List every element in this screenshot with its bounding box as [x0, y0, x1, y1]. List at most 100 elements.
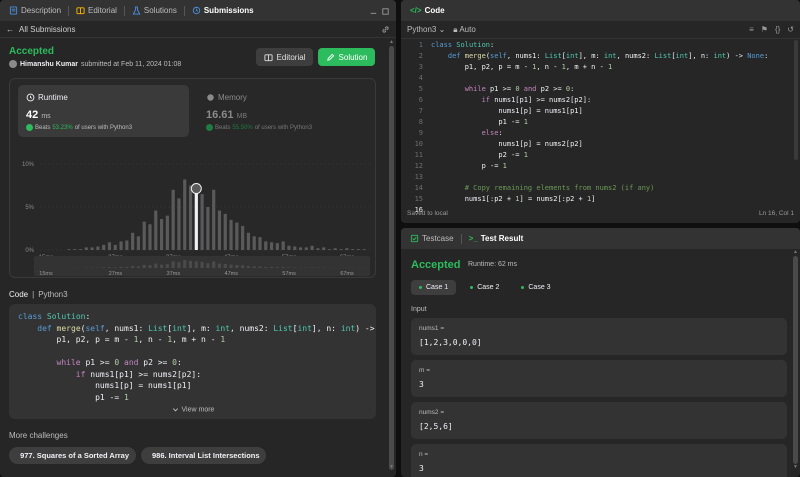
breadcrumb: ← All Submissions: [0, 21, 396, 38]
distribution-bar: [304, 247, 308, 250]
code-icon: </>: [410, 6, 422, 15]
overview-bar: [119, 267, 123, 268]
tab-solutions[interactable]: Solutions: [129, 0, 180, 21]
overview-bar: [183, 260, 187, 268]
case-tab-label: Case 1: [426, 284, 449, 291]
bookmark-icon[interactable]: ⚑: [761, 25, 768, 34]
editor-toolbar: Python3 ⌄ 🔒︎ Auto ≡ ⚑ {} ↺: [401, 21, 800, 39]
code-content[interactable]: class Solution: def merge(self, nums1: L…: [431, 40, 768, 205]
pass-dot: [419, 286, 422, 289]
checkbox-icon: [410, 234, 419, 243]
memory-stat[interactable]: Memory 16.61 MB Beats 55.50% of users wi…: [198, 85, 369, 137]
tab-submissions[interactable]: Submissions: [189, 0, 257, 21]
history-icon: [192, 6, 201, 15]
overview-bar: [241, 265, 245, 268]
distribution-bar: [229, 219, 233, 250]
format-icon[interactable]: ≡: [749, 25, 754, 34]
tab-test-result[interactable]: >_ Test Result: [466, 228, 527, 249]
overview-bar: [281, 267, 285, 268]
scroll-up-icon[interactable]: ▲: [389, 40, 394, 45]
distribution-bar: [269, 242, 274, 250]
view-more-button[interactable]: View more: [9, 405, 376, 414]
variable-name: nums1 =: [419, 325, 445, 332]
editor-tools: ≡ ⚑ {} ↺: [749, 25, 794, 34]
auto-mode[interactable]: 🔒︎ Auto: [453, 25, 476, 35]
distribution-bar: [206, 207, 210, 250]
runtime-number: 42: [26, 109, 39, 121]
input-variable: n = 3: [411, 444, 787, 477]
submitter-name[interactable]: Himanshu Kumar: [20, 61, 78, 68]
distribution-bar: [125, 240, 129, 250]
distribution-bar: [131, 232, 135, 250]
challenge-chip[interactable]: 977. Squares of a Sorted Array: [9, 447, 136, 464]
distribution-bar: [217, 210, 222, 250]
case-tab-3[interactable]: Case 3: [513, 280, 558, 295]
back-arrow-icon[interactable]: ←: [6, 25, 14, 34]
overview-bar: [165, 264, 169, 268]
distribution-bar: [223, 213, 227, 250]
runtime-beats: Beats 53.23% of users with Python3: [26, 124, 132, 131]
runtime-stat[interactable]: Runtime 42 ms Beats 53.23% of users with…: [18, 85, 189, 137]
overview-bar: [159, 264, 164, 268]
memory-label: Memory: [206, 93, 247, 102]
pass-dot: [521, 286, 525, 289]
scrollbar[interactable]: ▲ ▼: [389, 40, 394, 470]
variable-value[interactable]: 3: [419, 380, 424, 389]
overview-bar: [258, 266, 262, 268]
distribution-bar: [113, 244, 117, 250]
scroll-up-icon[interactable]: ▲: [793, 250, 798, 255]
memory-number: 16.61: [206, 109, 234, 121]
chevron-down-icon: ⌄: [438, 25, 446, 34]
scrollbar-thumb[interactable]: [389, 46, 394, 470]
reset-icon[interactable]: ↺: [787, 25, 794, 34]
y-tick-label: 5%: [25, 205, 34, 211]
editorial-button-label: Editorial: [276, 52, 306, 62]
avatar[interactable]: [9, 60, 17, 68]
minimize-icon[interactable]: [369, 7, 378, 16]
link-icon[interactable]: [381, 25, 390, 34]
variable-value[interactable]: [1,2,3,0,0,0]: [419, 338, 482, 347]
memory-unit: MB: [236, 113, 248, 120]
submission-status: Accepted: [9, 46, 55, 57]
runtime-beats-suffix: of users with Python3: [74, 124, 133, 131]
tab-testcase[interactable]: Testcase: [407, 228, 457, 249]
variable-value[interactable]: [2,5,6]: [419, 422, 453, 431]
test-result-panel: Testcase >_ Test Result Accepted Runtime…: [401, 228, 800, 477]
scrollbar-thumb[interactable]: [793, 256, 798, 464]
language-select[interactable]: Python3 ⌄: [407, 25, 445, 34]
tab-editorial[interactable]: Editorial: [73, 0, 120, 21]
overview-bar: [136, 266, 141, 268]
code-preview: class Solution: def merge(self, nums1: L…: [18, 312, 375, 402]
runtime-distribution-chart[interactable]: 0%5%10%15ms27ms37ms47ms57ms67ms15ms27ms3…: [10, 141, 377, 277]
beats-icon: [206, 124, 213, 131]
case-tab-2[interactable]: Case 2: [462, 280, 507, 295]
scroll-down-icon[interactable]: ▼: [793, 465, 798, 470]
variable-value[interactable]: 3: [419, 464, 424, 473]
variable-name: n =: [419, 451, 429, 458]
overview-bar: [264, 267, 268, 268]
maximize-icon[interactable]: [381, 7, 390, 16]
case-tab-1[interactable]: Case 1: [411, 280, 457, 295]
overview-tick-label: 15ms: [39, 271, 53, 277]
code-section-label: Code: [9, 290, 29, 299]
language-select-label: Python3: [407, 25, 437, 34]
braces-icon[interactable]: {}: [775, 25, 780, 34]
distribution-bar: [258, 237, 262, 250]
challenge-chip[interactable]: 986. Interval List Intersections: [141, 447, 266, 464]
line-numbers: 1 2 3 4 5 6 7 8 9 10 11 12 13 14 15 16: [414, 41, 423, 214]
result-runtime: Runtime: 62 ms: [468, 261, 518, 268]
editorial-button[interactable]: Editorial: [256, 48, 313, 66]
memory-value: 16.61 MB: [206, 109, 247, 121]
distribution-bar: [275, 243, 279, 250]
more-challenges-title: More challenges: [9, 431, 68, 440]
solution-button[interactable]: Solution: [318, 48, 375, 66]
result-scrollbar[interactable]: ▲ ▼: [793, 250, 798, 470]
window-controls: [369, 5, 390, 15]
runtime-value: 42 ms: [26, 109, 51, 121]
all-submissions-link[interactable]: All Submissions: [19, 25, 75, 34]
code-editor[interactable]: 1 2 3 4 5 6 7 8 9 10 11 12 13 14 15 16 class Solution: …: [401, 40, 800, 214]
editor-scrollbar[interactable]: [794, 40, 798, 160]
tab-description[interactable]: Description: [6, 0, 64, 21]
scroll-down-icon[interactable]: ▼: [389, 465, 394, 470]
tab-code[interactable]: </> Code: [407, 0, 448, 21]
